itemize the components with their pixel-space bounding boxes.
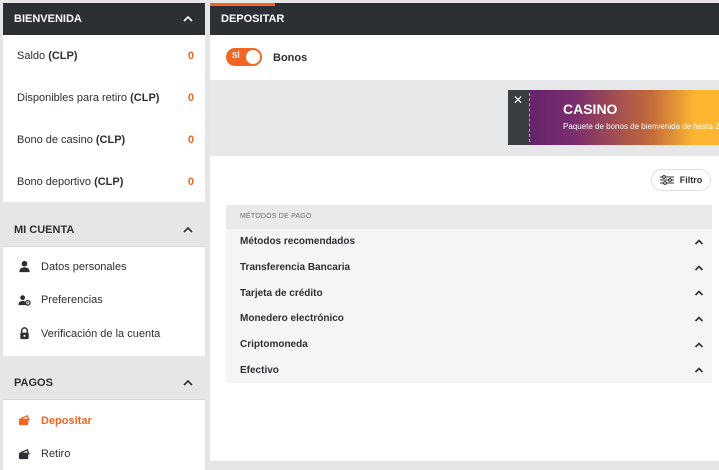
balance-label: Bono de casino (17, 134, 96, 146)
account-title: MI CUENTA (14, 224, 75, 236)
menu-item-verification[interactable]: Verificación de la cuenta (3, 317, 205, 351)
balance-unit: (CLP) (94, 176, 124, 188)
chevron-up-icon (694, 290, 704, 296)
payments-title: PAGOS (14, 377, 53, 389)
bonus-toggle[interactable]: SÍ (226, 48, 262, 66)
close-icon[interactable]: ✕ (513, 93, 523, 107)
balance-value: 0 (187, 176, 194, 188)
menu-item-withdraw[interactable]: Retiro (3, 438, 205, 470)
payment-methods-header: MÉTODOS DE PAGO (226, 205, 712, 229)
welcome-header[interactable]: BIENVENIDA (3, 3, 205, 35)
deposit-title: DEPOSITAR (221, 13, 285, 25)
payment-method-label: Monedero electrónico (240, 313, 344, 325)
menu-item-label: Datos personales (41, 260, 127, 273)
chevron-up-icon[interactable] (182, 377, 194, 389)
payment-method-label: Transferencia Bancaria (240, 262, 351, 274)
balance-value: 0 (187, 134, 194, 146)
deposit-panel: DEPOSITAR SÍ Bonos ✕ CASINO Paquete de b… (210, 3, 719, 461)
menu-item-label: Preferencias (41, 294, 103, 307)
menu-item-deposit[interactable]: Depositar (3, 404, 205, 438)
payment-method-bank-transfer[interactable]: Transferencia Bancaria (226, 255, 712, 281)
balance-row: Bono deportivo (CLP) 0 (3, 161, 205, 202)
filter-label: Filtro (679, 175, 703, 185)
balance-label: Bono deportivo (17, 176, 95, 188)
toggle-knob (246, 50, 260, 64)
welcome-title: BIENVENIDA (14, 13, 82, 25)
payment-method-recommended[interactable]: Métodos recomendados (226, 229, 712, 255)
menu-item-preferences[interactable]: Preferencias (3, 284, 205, 318)
payment-method-label: Criptomoneda (240, 339, 308, 351)
chevron-up-icon (694, 264, 704, 271)
menu-item-personal-data[interactable]: Datos personales (3, 250, 205, 284)
balance-label: Saldo (17, 50, 49, 62)
payment-method-cash[interactable]: Efectivo (226, 357, 712, 383)
chevron-up-icon[interactable] (182, 224, 194, 236)
balance-row: Disponibles para retiro (CLP) 0 (3, 77, 205, 119)
withdraw-icon (17, 447, 31, 461)
balance-label: Disponibles para retiro (17, 92, 131, 104)
user-icon (17, 260, 31, 274)
deposit-header: DEPOSITAR (210, 3, 719, 35)
menu-item-label: Depositar (41, 414, 92, 427)
payment-method-label: Efectivo (240, 364, 279, 376)
promo-strip: ✕ CASINO Paquete de bonos de bienvenida … (210, 80, 719, 156)
payment-methods-list: MÉTODOS DE PAGO Métodos recomendados Tra… (226, 205, 712, 384)
bonus-toggle-label: Bonos (273, 52, 308, 64)
account-header[interactable]: MI CUENTA (3, 214, 205, 247)
chevron-up-icon (694, 367, 704, 373)
deposit-icon (17, 414, 31, 428)
menu-item-label: Verificación de la cuenta (41, 327, 161, 340)
account-panel: MI CUENTA Datos personales Preferencias … (3, 214, 205, 356)
chevron-up-icon (694, 239, 704, 245)
balance-value: 0 (187, 92, 194, 104)
balance-unit: (CLP) (130, 92, 160, 104)
balance-row: Saldo (CLP) 0 (3, 35, 205, 77)
payment-method-ewallet[interactable]: Monedero electrónico (226, 306, 712, 332)
promo-tab: ✕ (508, 90, 530, 145)
payments-header[interactable]: PAGOS (3, 367, 205, 400)
filter-button[interactable]: Filtro (651, 169, 711, 191)
preferences-icon (17, 293, 31, 307)
payment-method-label: Tarjeta de crédito (240, 287, 323, 299)
chevron-up-icon (694, 341, 704, 348)
sliders-icon (659, 175, 674, 185)
payment-method-credit-card[interactable]: Tarjeta de crédito (226, 280, 712, 306)
promo-divider (529, 93, 530, 142)
promo-subtitle: Paquete de bonos de bienvenida de hasta … (563, 122, 719, 131)
chevron-up-icon[interactable] (182, 13, 194, 25)
balance-unit: (CLP) (48, 50, 78, 62)
promo-card-casino[interactable]: ✕ CASINO Paquete de bonos de bienvenida … (508, 90, 719, 145)
lock-icon (17, 327, 31, 341)
menu-item-label: Retiro (41, 448, 71, 461)
balance-unit: (CLP) (95, 134, 126, 146)
payment-method-crypto[interactable]: Criptomoneda (226, 332, 712, 358)
header-accent (210, 3, 275, 6)
payment-method-label: Métodos recomendados (240, 236, 356, 248)
balance-row: Bono de casino (CLP) 0 (3, 119, 205, 161)
welcome-panel: BIENVENIDA Saldo (CLP) 0 Disponibles par… (3, 3, 205, 202)
promo-title: CASINO (563, 101, 618, 117)
balance-value: 0 (187, 50, 194, 62)
chevron-up-icon (694, 316, 704, 322)
balance-list: Saldo (CLP) 0 Disponibles para retiro (C… (3, 35, 205, 202)
payments-panel: PAGOS Depositar Retiro (3, 367, 205, 470)
toggle-on-text: SÍ (232, 51, 240, 60)
